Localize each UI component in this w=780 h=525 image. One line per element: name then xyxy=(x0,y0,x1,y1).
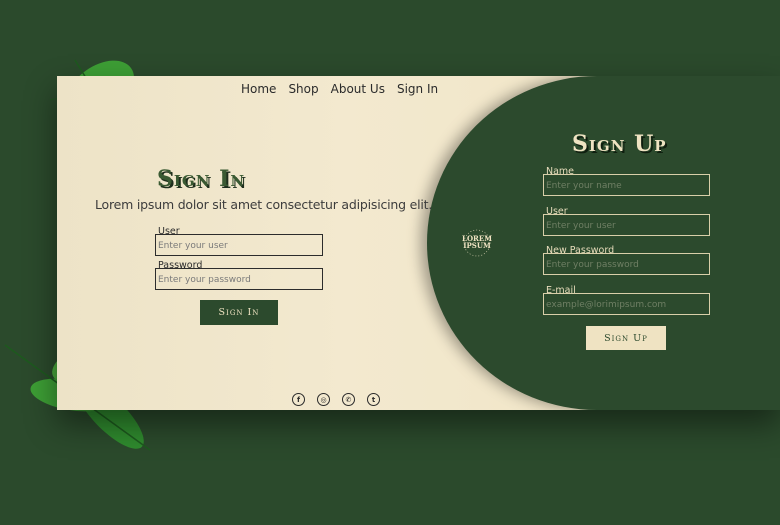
signup-email-input[interactable] xyxy=(546,300,705,310)
signup-password-field: New Password xyxy=(543,246,710,275)
whatsapp-icon[interactable]: ✆ xyxy=(342,393,355,406)
signup-user-label: User xyxy=(546,206,568,217)
signup-password-label: New Password xyxy=(546,245,615,256)
nav-about-us[interactable]: About Us xyxy=(331,82,385,96)
social-links: f ◎ ✆ t xyxy=(292,393,380,406)
signup-title: Sign Up xyxy=(572,131,667,157)
instagram-icon[interactable]: ◎ xyxy=(317,393,330,406)
signup-email-label: E-mail xyxy=(546,285,576,296)
signin-subtitle: Lorem ipsum dolor sit amet consectetur a… xyxy=(95,197,433,212)
lorem-ipsum-logo: LOREM IPSUM xyxy=(462,229,492,257)
signup-user-field: User xyxy=(543,207,710,236)
signin-user-label: User xyxy=(158,226,180,237)
nav-shop[interactable]: Shop xyxy=(288,82,318,96)
signup-email-field: E-mail xyxy=(543,286,710,315)
nav-sign-in[interactable]: Sign In xyxy=(397,82,438,96)
signup-name-input[interactable] xyxy=(546,181,705,191)
login-card: Home Shop About Us Sign In Sign In Lorem… xyxy=(57,76,780,410)
signin-password-label: Password xyxy=(158,260,203,271)
signup-button[interactable]: Sign Up xyxy=(586,326,666,350)
main-nav: Home Shop About Us Sign In xyxy=(241,82,438,96)
signup-user-input[interactable] xyxy=(546,221,705,231)
facebook-icon[interactable]: f xyxy=(292,393,305,406)
signin-button[interactable]: Sign In xyxy=(200,300,278,325)
signin-password-field: Password xyxy=(155,261,323,290)
signin-password-input[interactable] xyxy=(158,275,318,285)
signup-name-field: Name xyxy=(543,167,710,196)
signin-user-field: User xyxy=(155,227,323,256)
twitter-icon[interactable]: t xyxy=(367,393,380,406)
nav-home[interactable]: Home xyxy=(241,82,276,96)
svg-text:IPSUM: IPSUM xyxy=(463,241,491,250)
signup-name-label: Name xyxy=(546,166,575,177)
signin-user-input[interactable] xyxy=(158,241,318,251)
signup-password-input[interactable] xyxy=(546,260,705,270)
signin-title: Sign In xyxy=(157,166,246,192)
